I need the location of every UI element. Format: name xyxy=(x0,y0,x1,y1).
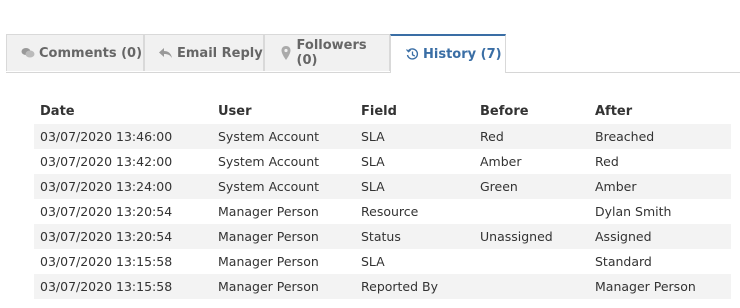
cell-before xyxy=(474,199,589,224)
cell-before: Red xyxy=(474,124,589,149)
cell-date: 03/07/2020 13:20:54 xyxy=(40,204,173,219)
cell-user: Manager Person xyxy=(218,254,319,269)
cell-after: Standard xyxy=(595,254,652,269)
column-header-field: Field xyxy=(361,104,397,119)
tab-comments-label: Comments (0) xyxy=(39,45,143,61)
table-row: 03/07/2020 13:15:58 Manager Person SLA S… xyxy=(34,249,731,274)
history-table: Date User Field Before After 03/07/2020 … xyxy=(34,99,731,299)
cell-user: Manager Person xyxy=(218,204,319,219)
column-header-user: User xyxy=(218,104,252,119)
cell-before: Green xyxy=(474,174,589,199)
tab-history[interactable]: History (7) xyxy=(390,34,506,73)
cell-field: SLA xyxy=(361,254,385,269)
table-row: 03/07/2020 13:24:00 System Account SLA G… xyxy=(34,174,731,199)
cell-before xyxy=(474,249,589,274)
cell-field: SLA xyxy=(355,174,474,199)
reply-icon xyxy=(159,46,173,60)
cell-after: Red xyxy=(595,154,619,169)
table-row: 03/07/2020 13:42:00 System Account SLA A… xyxy=(34,149,731,174)
table-row: 03/07/2020 13:20:54 Manager Person Statu… xyxy=(34,224,731,249)
tab-followers[interactable]: Followers (0) xyxy=(264,34,390,71)
column-header-after: After xyxy=(595,104,633,119)
table-row: 03/07/2020 13:46:00 System Account SLA R… xyxy=(34,124,731,149)
tab-followers-label: Followers (0) xyxy=(296,38,367,68)
tab-comments[interactable]: Comments (0) xyxy=(6,34,144,71)
comments-icon xyxy=(21,46,35,60)
tab-email-label: Email Reply xyxy=(177,45,263,61)
table-header-row: Date User Field Before After xyxy=(34,99,731,124)
cell-user: System Account xyxy=(212,124,355,149)
cell-user: Manager Person xyxy=(212,224,355,249)
cell-date: 03/07/2020 13:42:00 xyxy=(40,154,173,169)
cell-date: 03/07/2020 13:15:58 xyxy=(40,254,173,269)
table-row: 03/07/2020 13:15:58 Manager Person Repor… xyxy=(34,274,731,299)
pin-icon xyxy=(279,46,293,60)
cell-after: Amber xyxy=(589,174,731,199)
cell-before: Amber xyxy=(480,154,522,169)
cell-user: System Account xyxy=(212,174,355,199)
tab-bar: Comments (0) Email Reply Followers (0) H… xyxy=(6,34,740,73)
history-icon xyxy=(405,48,419,62)
cell-field: SLA xyxy=(355,124,474,149)
cell-date: 03/07/2020 13:46:00 xyxy=(34,124,212,149)
column-header-date: Date xyxy=(40,104,75,119)
cell-date: 03/07/2020 13:15:58 xyxy=(34,274,212,299)
cell-field: SLA xyxy=(361,154,385,169)
cell-after: Assigned xyxy=(589,224,731,249)
tab-history-label: History (7) xyxy=(423,47,502,62)
tab-email-reply[interactable]: Email Reply xyxy=(144,34,264,71)
column-header-before: Before xyxy=(480,104,529,119)
cell-user: Manager Person xyxy=(212,274,355,299)
cell-field: Resource xyxy=(361,204,419,219)
cell-before xyxy=(474,274,589,299)
cell-after: Manager Person xyxy=(589,274,731,299)
cell-date: 03/07/2020 13:20:54 xyxy=(34,224,212,249)
cell-after: Dylan Smith xyxy=(595,204,672,219)
table-row: 03/07/2020 13:20:54 Manager Person Resou… xyxy=(34,199,731,224)
cell-date: 03/07/2020 13:24:00 xyxy=(34,174,212,199)
cell-field: Status xyxy=(355,224,474,249)
cell-after: Breached xyxy=(589,124,731,149)
cell-before: Unassigned xyxy=(474,224,589,249)
cell-user: System Account xyxy=(218,154,320,169)
cell-field: Reported By xyxy=(355,274,474,299)
